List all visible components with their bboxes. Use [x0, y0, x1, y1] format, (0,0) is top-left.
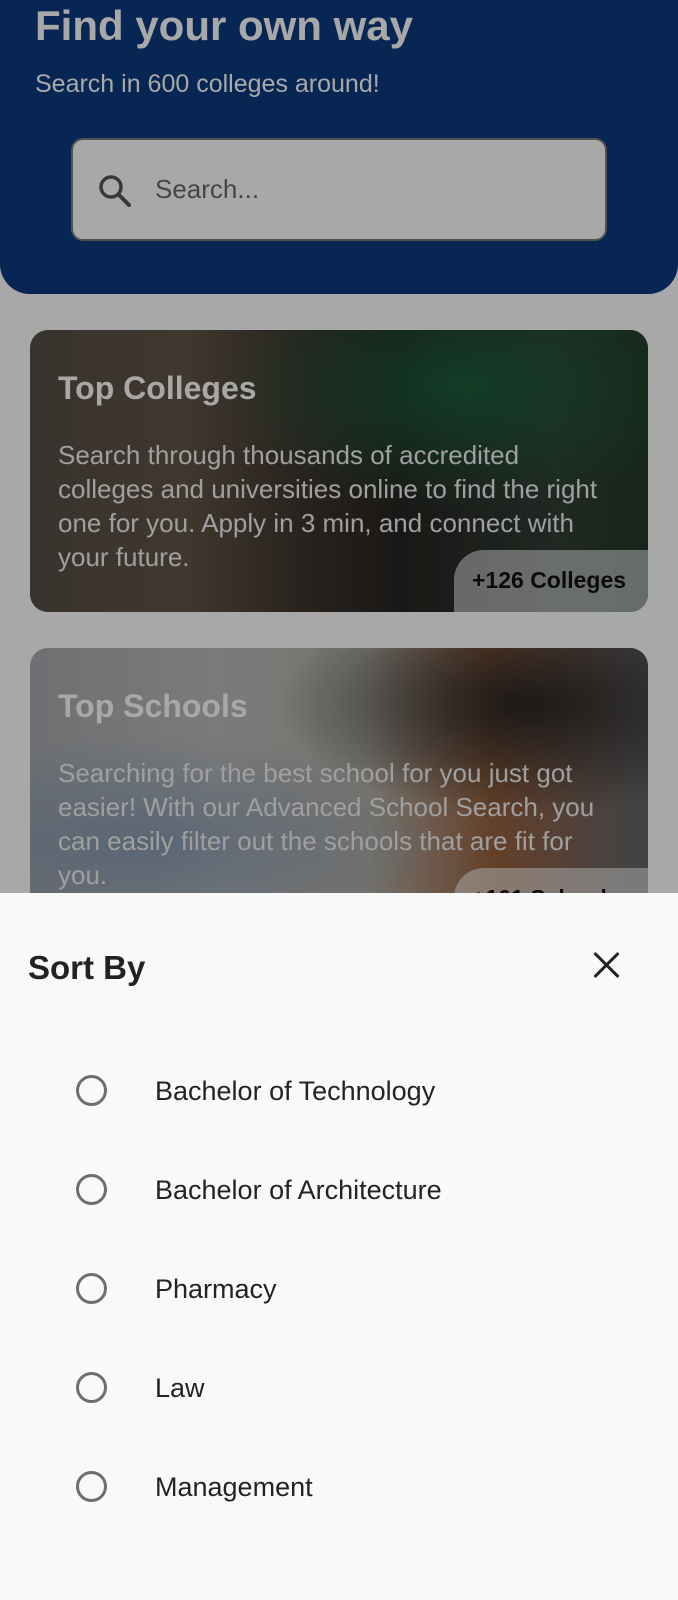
modal-scrim[interactable]: [0, 0, 678, 893]
radio-button[interactable]: [76, 1174, 107, 1205]
radio-button[interactable]: [76, 1075, 107, 1106]
radio-button[interactable]: [76, 1471, 107, 1502]
radio-button[interactable]: [76, 1273, 107, 1304]
sheet-title: Sort By: [28, 949, 146, 986]
sort-option-management[interactable]: Management: [0, 1447, 678, 1527]
option-label: Pharmacy: [155, 1274, 277, 1304]
option-label: Bachelor of Architecture: [155, 1175, 442, 1205]
sort-by-sheet: Sort By Bachelor of Technology Bachelor …: [0, 893, 678, 1600]
radio-button[interactable]: [76, 1372, 107, 1403]
sort-option-bachelor-of-architecture[interactable]: Bachelor of Architecture: [0, 1150, 678, 1230]
sort-option-law[interactable]: Law: [0, 1348, 678, 1428]
sort-option-bachelor-of-technology[interactable]: Bachelor of Technology: [0, 1051, 678, 1131]
sort-option-pharmacy[interactable]: Pharmacy: [0, 1249, 678, 1329]
close-icon[interactable]: [588, 946, 626, 984]
option-label: Law: [155, 1373, 205, 1403]
option-label: Management: [155, 1472, 313, 1502]
option-label: Bachelor of Technology: [155, 1076, 436, 1106]
